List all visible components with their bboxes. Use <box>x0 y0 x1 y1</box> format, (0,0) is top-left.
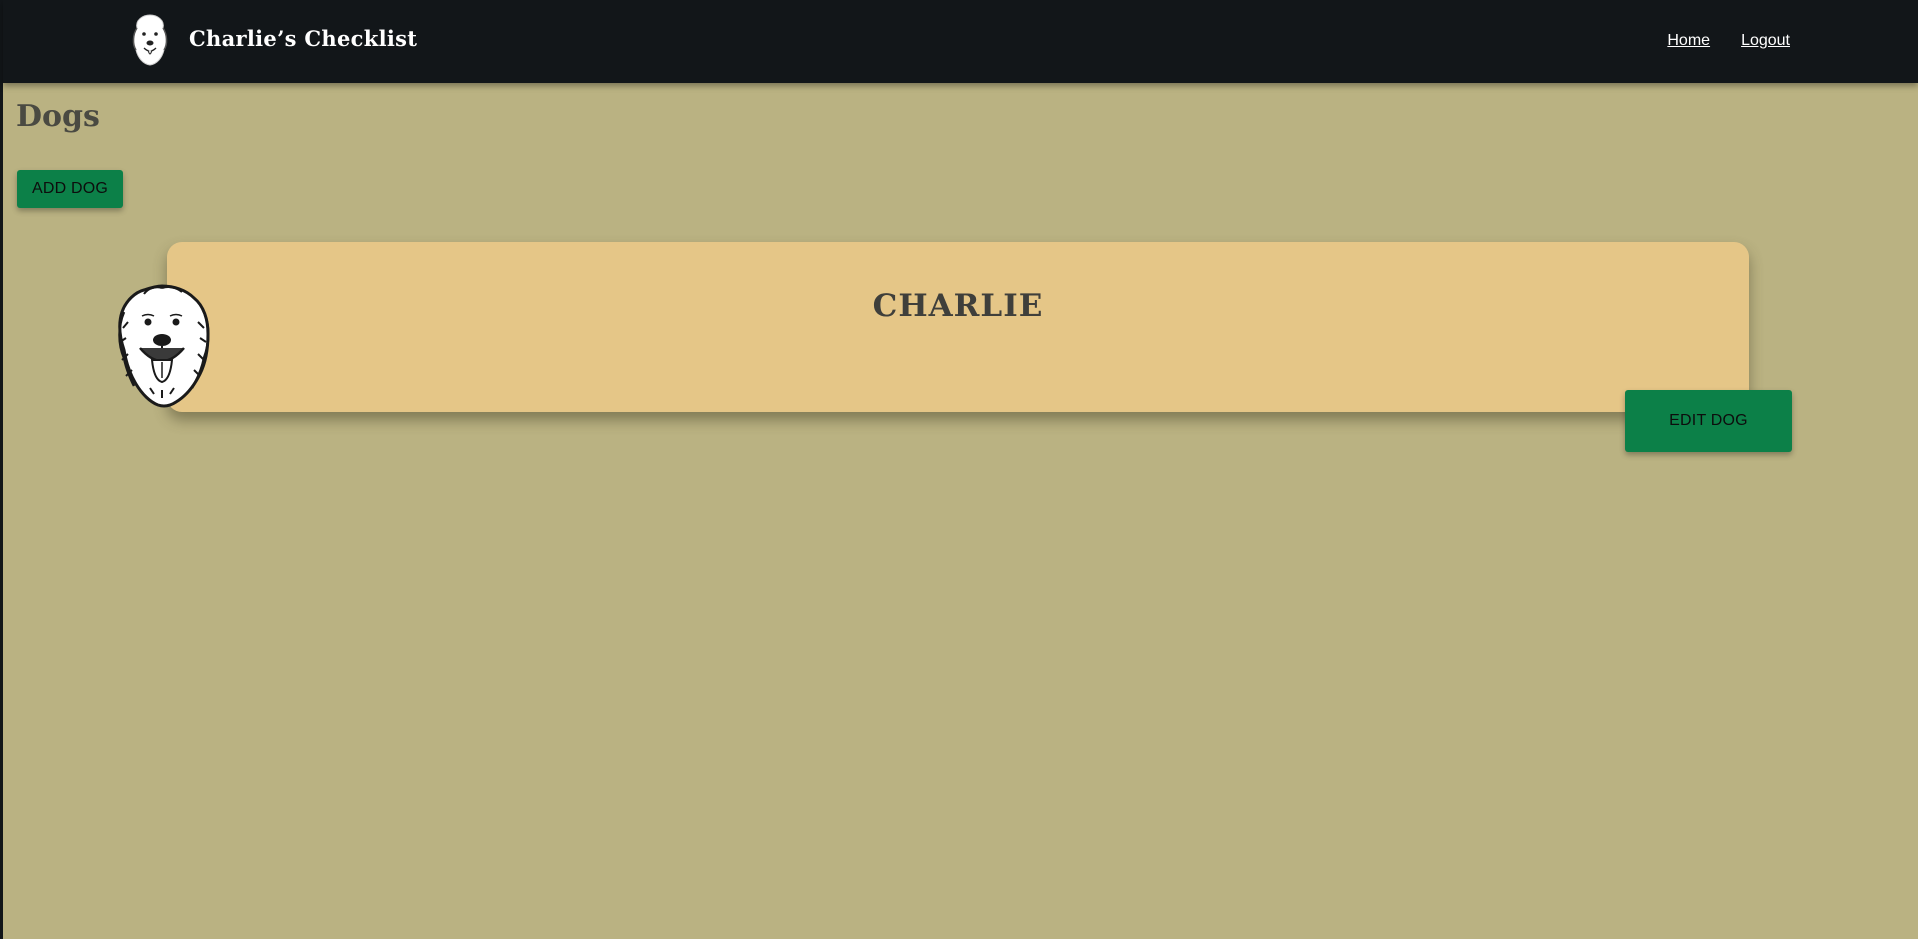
nav-link-home[interactable]: Home <box>1667 32 1710 50</box>
edit-dog-button[interactable]: EDIT DOG <box>1625 390 1792 452</box>
golden-retriever-logo-icon[interactable] <box>129 14 171 66</box>
nav-links: Home Logout <box>1667 32 1790 50</box>
dog-card: CHARLIE <box>167 242 1749 412</box>
page-title: Dogs <box>16 99 100 134</box>
add-dog-button[interactable]: ADD DOG <box>17 170 123 208</box>
dog-name: CHARLIE <box>872 288 1044 324</box>
nav-link-logout[interactable]: Logout <box>1741 32 1790 50</box>
dog-face-icon <box>118 284 210 408</box>
brand-name[interactable]: Charlie’s Checklist <box>189 26 417 51</box>
top-navbar: Charlie’s Checklist Home Logout <box>3 0 1918 83</box>
